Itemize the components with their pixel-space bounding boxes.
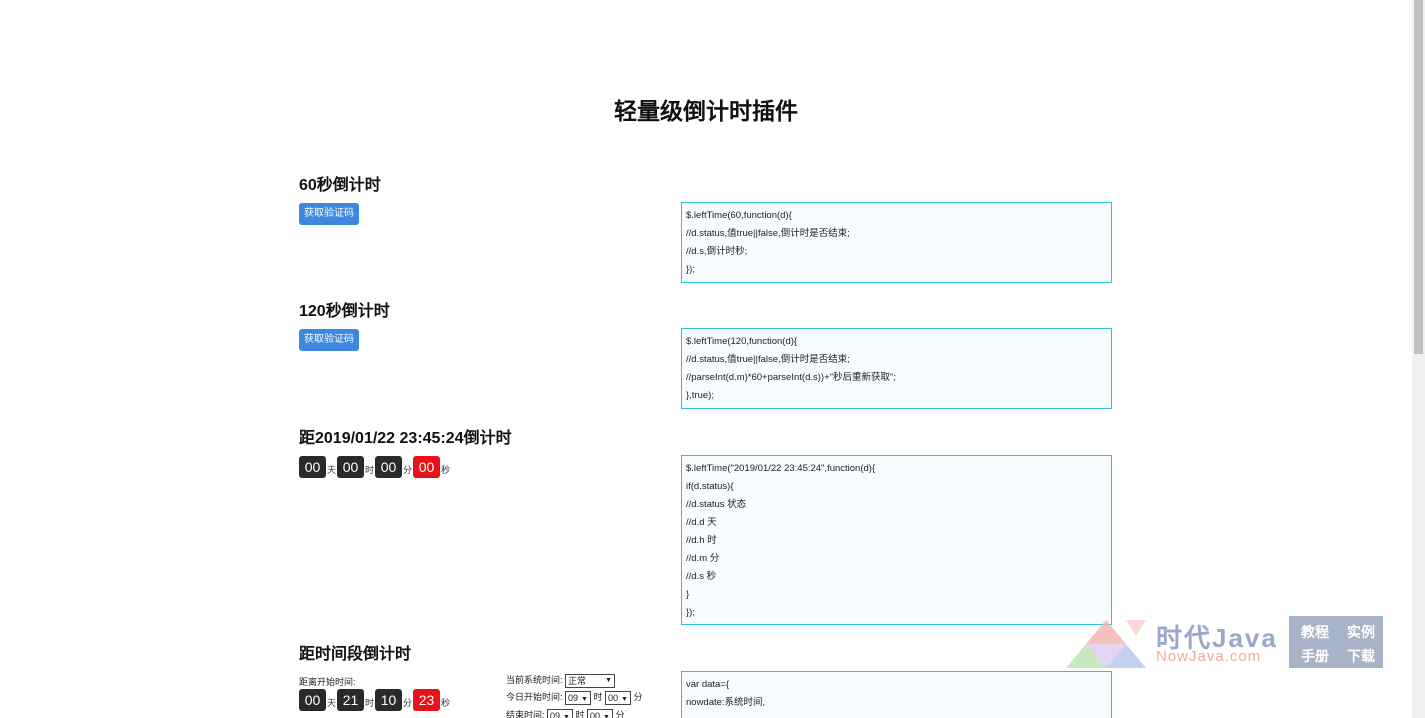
code-line: //d.s,倒计时秒; xyxy=(686,246,748,257)
countdown-seconds: 23 xyxy=(413,689,441,711)
today-start-hour-value: 09 xyxy=(568,692,579,703)
countdown-hours: 21 xyxy=(337,689,365,711)
countdown-date: 00 天 00 时 00 分 00 秒 xyxy=(299,456,451,478)
countdown-seconds: 00 xyxy=(413,456,441,478)
system-time-value: 正常 xyxy=(568,675,587,686)
code-line: //d.d 天 xyxy=(686,517,717,528)
code-line: //d.status 状态 xyxy=(686,499,747,510)
today-start-row: 今日开始时间: 09 ▼ 时 00 ▼ 分 xyxy=(506,690,643,705)
countdown-unit-second: 秒 xyxy=(441,465,451,475)
watermark-badge-text: 手册 xyxy=(1301,648,1329,664)
end-time-row: 结束时间: 09 ▼ 时 00 ▼ 分 xyxy=(506,708,625,718)
minute-unit: 分 xyxy=(615,710,625,718)
code-line: },true); xyxy=(686,390,714,401)
code-line: //d.m 分 xyxy=(686,553,720,564)
code-line: $.leftTime(60,function(d){ xyxy=(686,210,792,221)
section-title-60s: 60秒倒计时 xyxy=(299,177,381,194)
code-box-120s: $.leftTime(120,function(d){ //d.status,值… xyxy=(681,328,1112,409)
code-line: }); xyxy=(686,607,695,618)
code-box-60s: $.leftTime(60,function(d){ //d.status,值t… xyxy=(681,202,1112,283)
dropdown-arrow-icon: ▼ xyxy=(603,713,610,718)
countdown-minutes: 00 xyxy=(375,456,403,478)
countdown-unit-second: 秒 xyxy=(441,698,451,708)
watermark-badge-text: 实例 xyxy=(1347,624,1375,640)
code-line: $.leftTime("2019/01/22 23:45:24",functio… xyxy=(686,463,876,474)
section-title-120s: 120秒倒计时 xyxy=(299,303,390,320)
code-line: //d.status,值true||false,倒计时是否结束; xyxy=(686,354,850,365)
countdown-unit-hour: 时 xyxy=(365,698,375,708)
end-hour-value: 09 xyxy=(550,710,561,718)
today-start-hour-select[interactable]: 09 ▼ xyxy=(565,690,591,705)
get-code-button-120s[interactable]: 获取验证码 xyxy=(299,329,359,351)
code-line: }); xyxy=(686,264,695,275)
countdown-unit-minute: 分 xyxy=(403,698,413,708)
section-title-date: 距2019/01/22 23:45:24倒计时 xyxy=(299,430,512,447)
page-title: 轻量级倒计时插件 xyxy=(614,98,798,124)
code-line: //d.h 时 xyxy=(686,535,717,546)
watermark-badge-text: 教程 xyxy=(1301,624,1329,640)
minute-unit: 分 xyxy=(633,692,643,702)
watermark-logo-icon xyxy=(1066,620,1146,668)
get-code-button-60s[interactable]: 获取验证码 xyxy=(299,203,359,225)
countdown-days: 00 xyxy=(299,689,326,711)
dropdown-arrow-icon: ▼ xyxy=(621,695,628,703)
scrollbar-thumb[interactable] xyxy=(1414,0,1423,354)
end-minute-select[interactable]: 00 ▼ xyxy=(587,708,613,718)
countdown-unit-hour: 时 xyxy=(365,465,375,475)
watermark-en-text: NowJava.com xyxy=(1156,648,1262,665)
countdown-hours: 00 xyxy=(337,456,365,478)
countdown-minutes: 10 xyxy=(375,689,403,711)
countdown-days: 00 xyxy=(299,456,326,478)
end-time-label: 结束时间: xyxy=(506,710,545,718)
code-box-date: $.leftTime("2019/01/22 23:45:24",functio… xyxy=(681,455,1112,625)
system-time-label: 当前系统时间: xyxy=(506,675,563,685)
code-line: //d.status,值true||false,倒计时是否结束; xyxy=(686,228,850,239)
page: 轻量级倒计时插件 60秒倒计时 获取验证码 $.leftTime(60,func… xyxy=(0,0,1425,718)
start-time-label: 距离开始时间: xyxy=(299,677,356,687)
watermark-badge-text: 下载 xyxy=(1347,648,1375,664)
vertical-scrollbar[interactable] xyxy=(1412,0,1425,718)
hour-unit: 时 xyxy=(593,692,603,702)
code-line: if(d.status){ xyxy=(686,481,734,492)
section-title-range: 距时间段倒计时 xyxy=(299,646,412,663)
dropdown-arrow-icon: ▼ xyxy=(563,713,570,718)
today-start-minute-select[interactable]: 00 ▼ xyxy=(605,690,631,705)
countdown-range: 00 天 21 时 10 分 23 秒 xyxy=(299,689,451,711)
today-start-minute-value: 00 xyxy=(608,692,619,703)
system-time-select[interactable]: 正常 ▼ xyxy=(565,673,616,688)
code-line: } xyxy=(686,589,690,600)
dropdown-arrow-icon: ▼ xyxy=(581,695,588,703)
countdown-unit-minute: 分 xyxy=(403,465,413,475)
code-line: var data={ xyxy=(686,679,730,690)
dropdown-arrow-icon: ▼ xyxy=(605,676,613,684)
end-hour-select[interactable]: 09 ▼ xyxy=(547,708,573,718)
code-box-range: var data={ nowdate:系统时间, xyxy=(681,671,1112,718)
code-line: $.leftTime(120,function(d){ xyxy=(686,336,798,347)
hour-unit: 时 xyxy=(575,710,585,718)
countdown-unit-day: 天 xyxy=(327,698,337,708)
system-time-row: 当前系统时间: 正常 ▼ xyxy=(506,673,616,688)
code-line: nowdate:系统时间, xyxy=(686,697,766,708)
countdown-unit-day: 天 xyxy=(327,465,337,475)
end-minute-value: 00 xyxy=(590,710,601,718)
code-line: //parseInt(d.m)*60+parseInt(d.s))+"秒后重新获… xyxy=(686,372,897,383)
code-line: //d.s 秒 xyxy=(686,571,717,582)
today-start-label: 今日开始时间: xyxy=(506,692,563,702)
watermark: 时代Java NowJava.com 教程 实例 手册 下载 xyxy=(1060,616,1390,668)
watermark-badge: 教程 实例 手册 下载 xyxy=(1289,616,1383,668)
